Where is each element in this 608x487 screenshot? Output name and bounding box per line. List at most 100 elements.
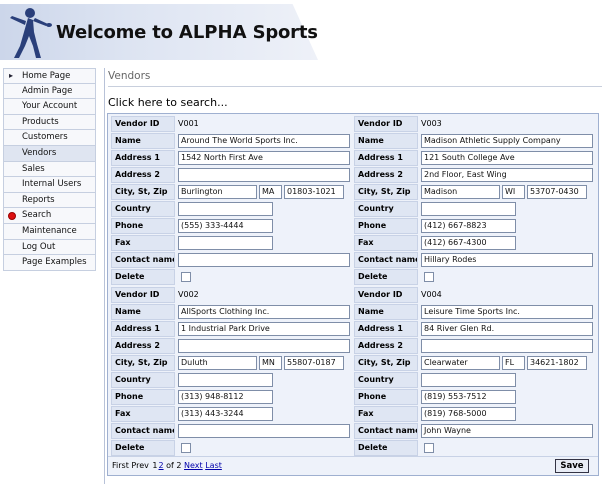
phone-label: Phone xyxy=(354,389,418,405)
fax-label: Fax xyxy=(354,406,418,422)
zip-input[interactable]: 34621-1802 xyxy=(527,356,587,370)
sidebar-item-admin-page[interactable]: Admin Page xyxy=(3,83,96,100)
address2-input[interactable] xyxy=(178,168,350,182)
fax-input[interactable]: (819) 768-5000 xyxy=(421,407,516,421)
fax-input[interactable]: (412) 667-4300 xyxy=(421,236,516,250)
city-input[interactable]: Clearwater xyxy=(421,356,500,370)
sidebar-item-label: Maintenance xyxy=(22,225,77,236)
delete-label: Delete xyxy=(354,440,418,456)
pager-prev: Prev xyxy=(131,461,149,470)
fax-input[interactable]: (313) 443-3244 xyxy=(178,407,273,421)
vendor-id-label: Vendor ID xyxy=(111,116,175,132)
pagination: First Prev 12 of 2 Next Last xyxy=(112,461,222,470)
pager-page-2-link[interactable]: 2 xyxy=(158,461,163,470)
section-heading: Vendors xyxy=(108,70,151,82)
country-input[interactable] xyxy=(178,373,273,387)
sidebar-item-label: Vendors xyxy=(22,147,57,158)
pager-divider xyxy=(108,456,598,457)
sidebar-item-reports[interactable]: Reports xyxy=(3,192,96,209)
discus-thrower-logo-icon xyxy=(10,8,52,58)
phone-label: Phone xyxy=(354,218,418,234)
address1-input[interactable]: 121 South College Ave xyxy=(421,151,593,165)
sidebar-item-maintenance[interactable]: Maintenance xyxy=(3,223,96,240)
phone-input[interactable]: (313) 948-8112 xyxy=(178,390,273,404)
city-input[interactable]: Duluth xyxy=(178,356,257,370)
sidebar-item-log-out[interactable]: Log Out xyxy=(3,239,96,256)
phone-input[interactable]: (819) 553-7512 xyxy=(421,390,516,404)
delete-checkbox[interactable] xyxy=(181,443,191,453)
state-input[interactable]: WI xyxy=(502,185,525,199)
address2-input[interactable] xyxy=(178,339,350,353)
city-st-zip-label: City, St, Zip xyxy=(354,355,418,371)
delete-checkbox[interactable] xyxy=(424,443,434,453)
sidebar-item-your-account[interactable]: Your Account xyxy=(3,99,96,115)
country-label: Country xyxy=(111,372,175,388)
vendor-id-value: V001 xyxy=(178,119,199,128)
phone-input[interactable]: (555) 333-4444 xyxy=(178,219,273,233)
pager-of-total: of 2 xyxy=(166,461,182,470)
zip-input[interactable]: 55807-0187 xyxy=(284,356,344,370)
address2-input[interactable]: 2nd Floor, East Wing xyxy=(421,168,593,182)
sidebar-item-sales[interactable]: Sales xyxy=(3,161,96,178)
country-label: Country xyxy=(111,201,175,217)
city-input[interactable]: Burlington xyxy=(178,185,257,199)
country-input[interactable] xyxy=(178,202,273,216)
pager-next-link[interactable]: Next xyxy=(184,461,203,470)
sidebar-item-vendors[interactable]: Vendors xyxy=(3,145,96,162)
city-input[interactable]: Madison xyxy=(421,185,500,199)
name-input[interactable]: Madison Athletic Supply Company xyxy=(421,134,593,148)
phone-label: Phone xyxy=(111,218,175,234)
sidebar-item-page-examples[interactable]: Page Examples xyxy=(3,255,96,271)
page-title: Welcome to ALPHA Sports xyxy=(56,22,318,43)
arrow-right-icon: ▸ xyxy=(9,71,14,80)
contact-name-input[interactable]: John Wayne xyxy=(421,424,593,438)
delete-checkbox[interactable] xyxy=(424,272,434,282)
fax-input[interactable] xyxy=(178,236,273,250)
address2-input[interactable] xyxy=(421,339,593,353)
sidebar-item-products[interactable]: Products xyxy=(3,114,96,131)
address1-input[interactable]: 1542 North First Ave xyxy=(178,151,350,165)
state-input[interactable]: FL xyxy=(502,356,525,370)
address1-input[interactable]: 1 Industrial Park Drive xyxy=(178,322,350,336)
name-input[interactable]: Leisure Time Sports Inc. xyxy=(421,305,593,319)
contact-name-label: Contact name xyxy=(354,423,418,439)
delete-checkbox[interactable] xyxy=(181,272,191,282)
fax-label: Fax xyxy=(354,235,418,251)
sidebar-item-label: Home Page xyxy=(22,71,71,81)
country-input[interactable] xyxy=(421,202,516,216)
sidebar-item-label: Admin Page xyxy=(22,85,73,96)
save-button[interactable]: Save xyxy=(555,459,589,473)
sidebar-item-label: Customers xyxy=(22,132,68,143)
address2-label: Address 2 xyxy=(354,338,418,354)
state-input[interactable]: MN xyxy=(259,356,282,370)
sidebar-item-search[interactable]: Search xyxy=(3,208,96,224)
sidebar-item-customers[interactable]: Customers xyxy=(3,130,96,146)
name-input[interactable]: AllSports Clothing Inc. xyxy=(178,305,350,319)
zip-input[interactable]: 01803-1021 xyxy=(284,185,344,199)
delete-label: Delete xyxy=(111,269,175,285)
country-label: Country xyxy=(354,372,418,388)
title-suffix: Sports xyxy=(246,22,318,43)
sidebar-item-label: Internal Users xyxy=(22,179,82,190)
address1-input[interactable]: 84 River Glen Rd. xyxy=(421,322,593,336)
country-label: Country xyxy=(354,201,418,217)
heading-divider xyxy=(108,86,602,87)
country-input[interactable] xyxy=(421,373,516,387)
state-input[interactable]: MA xyxy=(259,185,282,199)
sidebar-item-home-page[interactable]: ▸ Home Page xyxy=(3,68,96,84)
contact-name-input[interactable] xyxy=(178,253,350,267)
sidebar-item-internal-users[interactable]: Internal Users xyxy=(3,177,96,193)
pager-last-link[interactable]: Last xyxy=(205,461,222,470)
zip-input[interactable]: 53707-0430 xyxy=(527,185,587,199)
delete-label: Delete xyxy=(354,269,418,285)
delete-label: Delete xyxy=(111,440,175,456)
phone-input[interactable]: (412) 667-8823 xyxy=(421,219,516,233)
vendor-id-value: V002 xyxy=(178,290,199,299)
sidebar-item-label: Sales xyxy=(22,163,45,174)
contact-name-input[interactable]: Hillary Rodes xyxy=(421,253,593,267)
contact-name-input[interactable] xyxy=(178,424,350,438)
search-link[interactable]: Click here to search... xyxy=(108,96,228,109)
name-input[interactable]: Around The World Sports Inc. xyxy=(178,134,350,148)
page-header: Welcome to ALPHA Sports xyxy=(0,0,608,64)
contact-name-label: Contact name xyxy=(354,252,418,268)
